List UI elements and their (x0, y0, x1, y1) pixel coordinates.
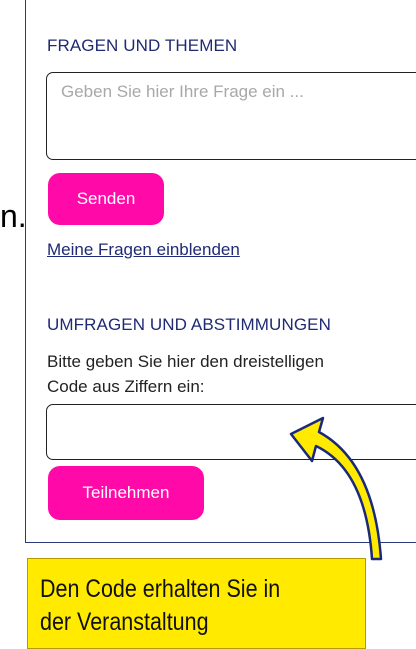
questions-heading: FRAGEN UND THEMEN (47, 36, 238, 55)
cutoff-text: n. (0, 198, 27, 234)
question-input-container (46, 72, 416, 160)
code-input[interactable] (47, 405, 416, 459)
code-instruction-line-2: Code aus Ziffern ein: (47, 377, 205, 396)
code-input-container (46, 404, 416, 460)
send-button[interactable]: Senden (48, 173, 164, 225)
code-instruction-line-1: Bitte geben Sie hier den dreistelligen (47, 352, 324, 371)
callout-line-2: der Veranstaltung (40, 608, 209, 636)
question-input[interactable] (47, 73, 416, 159)
show-my-questions-link[interactable]: Meine Fragen einblenden (47, 240, 240, 260)
join-button[interactable]: Teilnehmen (48, 466, 204, 520)
callout-line-1: Den Code erhalten Sie in (40, 575, 281, 603)
code-instruction: Bitte geben Sie hier den dreistelligen C… (47, 349, 407, 399)
polls-heading: UMFRAGEN UND ABSTIMMUNGEN (47, 315, 331, 334)
code-hint-callout: Den Code erhalten Sie in der Veranstaltu… (27, 558, 366, 649)
